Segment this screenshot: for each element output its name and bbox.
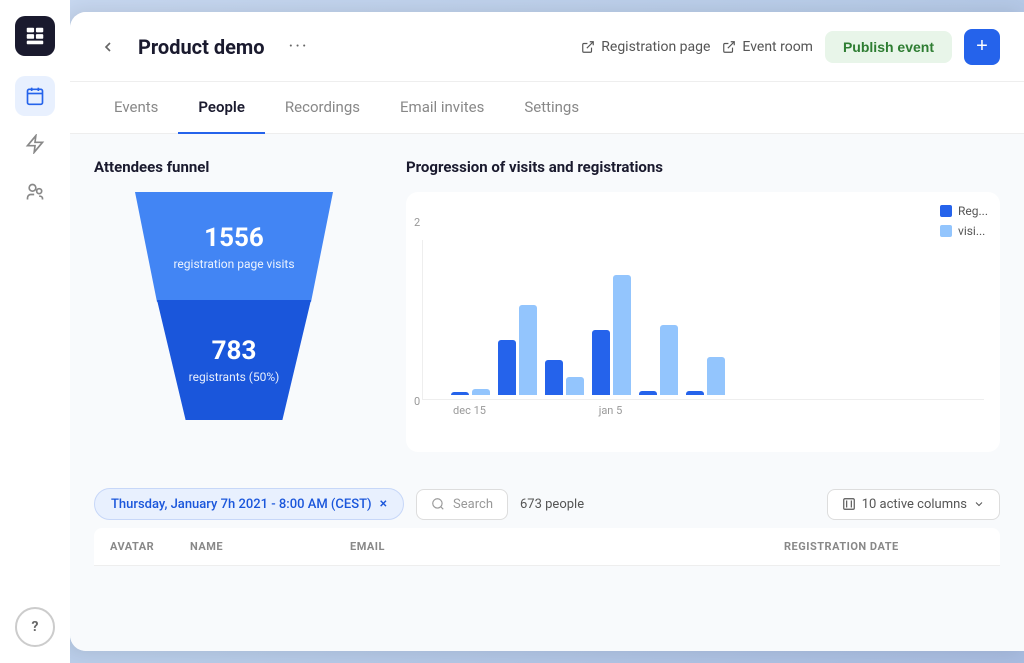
date-filter-close-button[interactable]: ×	[380, 496, 387, 512]
x-label-dec15: dec 15	[450, 404, 489, 417]
header-actions: Registration page Event room Publish eve…	[581, 29, 1000, 65]
col-header-avatar: AVATAR	[110, 540, 190, 553]
tab-events[interactable]: Events	[94, 82, 178, 134]
x-label-jan5: jan 5	[591, 404, 630, 417]
funnel-title: Attendees funnel	[94, 158, 374, 176]
legend-item-vis: visi...	[940, 224, 988, 238]
bar-reg-2	[498, 340, 516, 395]
header: Product demo ··· Registration page	[70, 12, 1024, 82]
col-header-email: EMAIL	[350, 540, 784, 553]
funnel-top-label: registration page visits	[173, 257, 294, 271]
filter-bar: Thursday, January 7h 2021 - 8:00 AM (CES…	[94, 476, 1000, 528]
bar-vis-5	[660, 325, 678, 395]
registration-page-link[interactable]: Registration page	[581, 39, 710, 55]
bar-group-6	[686, 357, 725, 395]
main-content: Product demo ··· Registration page	[70, 12, 1024, 651]
search-icon	[431, 497, 445, 511]
search-placeholder: Search	[453, 497, 493, 512]
bar-vis-2	[519, 305, 537, 395]
bar-reg-3	[545, 360, 563, 395]
bar-chart-legend: Reg... visi...	[940, 204, 988, 238]
funnel-bottom-number: 783	[212, 336, 257, 366]
x-axis-labels: dec 15 jan 5	[422, 404, 984, 417]
bar-group-1	[451, 389, 490, 395]
x-label-6	[685, 404, 724, 417]
event-room-link[interactable]: Event room	[722, 39, 813, 55]
bar-group-5	[639, 325, 678, 395]
tab-email-invites[interactable]: Email invites	[380, 82, 504, 134]
sidebar-item-people[interactable]	[15, 172, 55, 212]
columns-label: 10 active columns	[862, 497, 967, 512]
x-label-3	[544, 404, 583, 417]
tab-settings[interactable]: Settings	[504, 82, 599, 134]
funnel-chart: 1556 registration page visits 783 regist…	[124, 192, 344, 420]
sidebar-item-calendar[interactable]	[15, 76, 55, 116]
funnel-top: 1556 registration page visits	[124, 192, 344, 302]
publish-event-button[interactable]: Publish event	[825, 31, 952, 63]
sidebar-logo[interactable]	[15, 16, 55, 56]
funnel-top-number: 1556	[204, 223, 264, 253]
sidebar-item-automations[interactable]	[15, 124, 55, 164]
table-header: AVATAR NAME EMAIL REGISTRATION DATE	[94, 528, 1000, 566]
bar-vis-6	[707, 357, 725, 395]
content-area: Attendees funnel 1556 registration page …	[70, 134, 1024, 651]
bar-chart-title: Progression of visits and registrations	[406, 158, 1000, 176]
bar-chart-section: Progression of visits and registrations …	[406, 158, 1000, 452]
bar-chart-container: Reg... visi... 2 0	[406, 192, 1000, 452]
col-header-name: NAME	[190, 540, 350, 553]
people-count: 673 people	[520, 497, 584, 512]
x-label-2	[497, 404, 536, 417]
charts-row: Attendees funnel 1556 registration page …	[94, 158, 1000, 452]
col-header-regdate: REGISTRATION DATE	[784, 540, 984, 553]
bar-reg-6	[686, 391, 704, 395]
funnel-bottom: 783 registrants (50%)	[124, 300, 344, 420]
legend-dot-reg	[940, 205, 952, 217]
bar-vis-3	[566, 377, 584, 395]
tabs-bar: Events People Recordings Email invites S…	[70, 82, 1024, 134]
sidebar: ?	[0, 0, 70, 663]
page-title: Product demo	[138, 35, 265, 59]
back-button[interactable]	[94, 33, 122, 61]
app-container: ? Product demo ··· Registr	[0, 0, 1024, 663]
bar-group-4	[592, 275, 631, 395]
help-button[interactable]: ?	[15, 607, 55, 647]
x-label-5	[638, 404, 677, 417]
bar-reg-5	[639, 391, 657, 395]
add-button[interactable]: +	[964, 29, 1000, 65]
bar-group-3	[545, 360, 584, 395]
date-filter-label: Thursday, January 7h 2021 - 8:00 AM (CES…	[111, 497, 372, 512]
columns-icon	[842, 497, 856, 511]
legend-dot-vis	[940, 225, 952, 237]
funnel-section: Attendees funnel 1556 registration page …	[94, 158, 374, 452]
bars-container	[422, 240, 984, 400]
chevron-down-icon	[973, 498, 985, 510]
date-filter-chip[interactable]: Thursday, January 7h 2021 - 8:00 AM (CES…	[94, 488, 404, 520]
tab-people[interactable]: People	[178, 82, 265, 134]
bar-vis-4	[613, 275, 631, 395]
more-options-button[interactable]: ···	[281, 32, 317, 61]
funnel-bottom-label: registrants (50%)	[189, 370, 280, 384]
legend-label-reg: Reg...	[958, 204, 988, 218]
legend-item-reg: Reg...	[940, 204, 988, 218]
bar-vis-1	[472, 389, 490, 395]
legend-label-vis: visi...	[958, 224, 985, 238]
y-label-2: 2	[414, 216, 420, 229]
search-box[interactable]: Search	[416, 489, 508, 520]
tab-recordings[interactable]: Recordings	[265, 82, 380, 134]
columns-button[interactable]: 10 active columns	[827, 489, 1000, 520]
bar-group-2	[498, 305, 537, 395]
y-label-0: 0	[414, 395, 420, 408]
bar-reg-4	[592, 330, 610, 395]
bar-reg-1	[451, 392, 469, 395]
